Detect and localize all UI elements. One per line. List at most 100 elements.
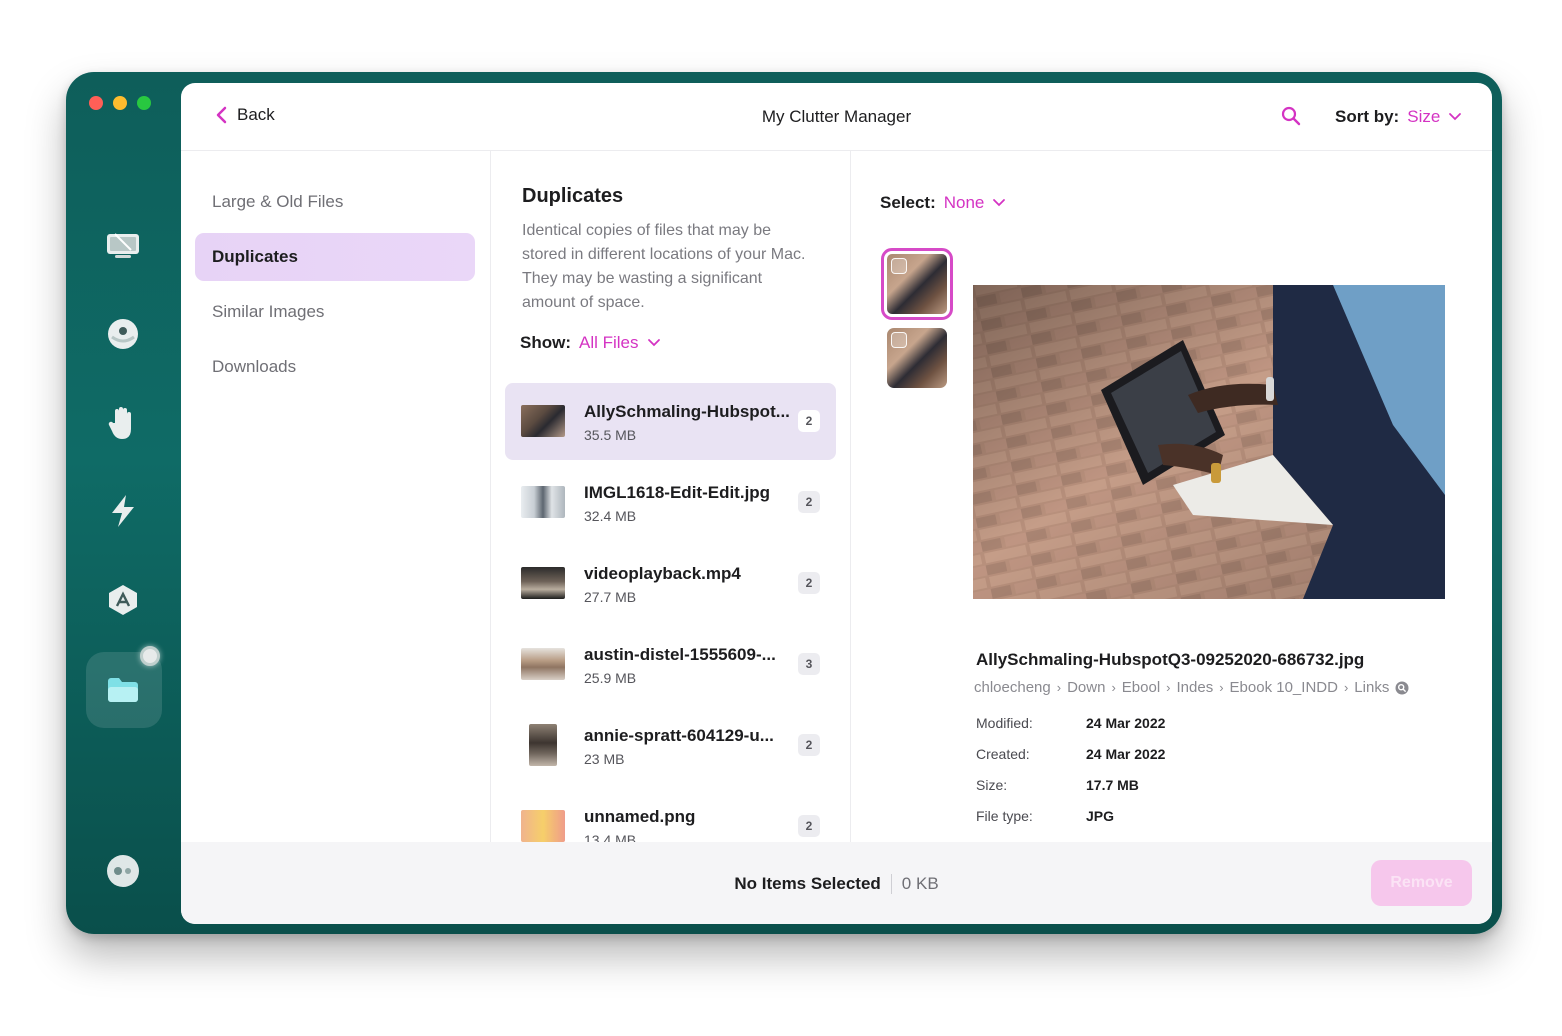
apps-icon[interactable]: [102, 579, 144, 621]
duplicate-count-badge: 2: [798, 410, 820, 432]
file-size: 23 MB: [584, 751, 625, 767]
list-item[interactable]: annie-spratt-604129-u... 23 MB 2: [505, 707, 836, 784]
show-value: All Files: [579, 333, 639, 352]
chevron-down-icon: [993, 199, 1006, 207]
chevron-down-icon: [1449, 113, 1462, 121]
duplicates-list[interactable]: AllySchmaling-Hubspot... 35.5 MB 2 IMGL1…: [505, 383, 836, 842]
chevron-right-icon: ›: [1111, 680, 1116, 695]
breadcrumb-item[interactable]: Indes: [1177, 679, 1214, 696]
assistant-icon[interactable]: [102, 850, 144, 892]
file-size: 13.4 MB: [584, 832, 637, 842]
select-control[interactable]: Select: None: [880, 193, 1006, 213]
sidebar-item-label: Similar Images: [212, 302, 325, 321]
meta-label: Modified:: [976, 715, 1033, 731]
file-size: 25.9 MB: [584, 670, 637, 686]
duplicate-copy-thumbnail[interactable]: [887, 328, 947, 388]
meta-value: 24 Mar 2022: [1086, 746, 1166, 762]
notification-badge: [140, 646, 160, 666]
breadcrumb-item[interactable]: Ebool: [1122, 679, 1160, 696]
file-name: austin-distel-1555609-...: [584, 645, 776, 664]
copy-checkbox[interactable]: [891, 258, 907, 274]
show-label: Show:: [520, 333, 571, 352]
sidebar-item-duplicates[interactable]: Duplicates: [195, 233, 475, 281]
file-thumbnail: [521, 486, 565, 518]
chevron-right-icon: ›: [1056, 680, 1062, 695]
file-name: IMGL1618-Edit-Edit.jpg: [584, 483, 771, 502]
bottom-bar: No Items Selected 0 KB Remove: [181, 842, 1492, 924]
column-divider: [850, 151, 851, 842]
breadcrumb-item[interactable]: Ebook 10_INDD: [1230, 679, 1338, 696]
list-item[interactable]: austin-distel-1555609-... 25.9 MB 3: [505, 626, 836, 703]
toolbar: Back My Clutter Manager Sort by: Size: [181, 83, 1492, 151]
column-divider: [490, 151, 491, 842]
image-preview: [973, 285, 1445, 599]
file-thumbnail: [521, 405, 565, 437]
sidebar-item-similar-images[interactable]: Similar Images: [195, 288, 475, 336]
section-title: Duplicates: [522, 185, 624, 207]
file-size: 32.4 MB: [584, 508, 637, 524]
minimize-window-button[interactable]: [113, 96, 127, 110]
duplicate-count-badge: 2: [798, 815, 820, 837]
remove-button[interactable]: Remove: [1371, 860, 1472, 906]
close-window-button[interactable]: [89, 96, 103, 110]
zoom-window-button[interactable]: [137, 96, 151, 110]
duplicate-count-badge: 2: [798, 734, 820, 756]
chevron-down-icon: [647, 339, 660, 347]
preview-file-name: AllySchmaling-HubspotQ3-09252020-686732.…: [976, 650, 1365, 669]
file-thumbnail: [521, 810, 565, 842]
meta-label: Created:: [976, 746, 1030, 762]
sidebar-item-large-old-files[interactable]: Large & Old Files: [195, 178, 475, 226]
duplicate-copy-thumbnail[interactable]: [881, 248, 953, 320]
select-label: Select:: [880, 193, 936, 212]
duplicate-count-badge: 3: [798, 653, 820, 675]
cleanup-icon[interactable]: [102, 224, 144, 266]
file-size: 35.5 MB: [584, 427, 637, 443]
file-name: videoplayback.mp4: [584, 564, 741, 583]
copy-checkbox[interactable]: [891, 332, 907, 348]
file-name: unnamed.png: [584, 807, 696, 826]
show-filter[interactable]: Show: All Files: [520, 333, 661, 353]
speed-icon[interactable]: [102, 490, 144, 532]
protection-icon[interactable]: [102, 313, 144, 355]
list-item[interactable]: unnamed.png 13.4 MB 2: [505, 788, 836, 842]
duplicate-count-badge: 2: [798, 572, 820, 594]
meta-value: 17.7 MB: [1086, 777, 1139, 793]
meta-value: 24 Mar 2022: [1086, 715, 1166, 731]
divider: [890, 874, 892, 894]
sidebar-item-label: Large & Old Files: [212, 192, 344, 211]
meta-value: JPG: [1086, 808, 1115, 824]
file-thumbnail: [529, 724, 557, 766]
sidebar-item-downloads[interactable]: Downloads: [195, 343, 475, 391]
meta-label: File type:: [976, 808, 1033, 824]
sidebar-item-label: Downloads: [212, 357, 297, 376]
chevron-right-icon: ›: [1343, 680, 1349, 695]
file-name: annie-spratt-604129-u...: [584, 726, 774, 745]
selection-size: 0 KB: [901, 874, 939, 893]
sort-value: Size: [1407, 107, 1441, 126]
search-icon[interactable]: [1281, 106, 1301, 131]
files-icon[interactable]: [102, 669, 144, 711]
main-panel: Back My Clutter Manager Sort by: Size La…: [181, 83, 1492, 924]
list-item[interactable]: IMGL1618-Edit-Edit.jpg 32.4 MB 2: [505, 464, 836, 541]
breadcrumb-item[interactable]: Down: [1067, 679, 1105, 696]
sort-label: Sort by:: [1335, 107, 1400, 126]
chevron-right-icon: ›: [1219, 680, 1224, 695]
selection-summary: No Items Selected 0 KB: [181, 874, 1492, 894]
selection-status: No Items Selected: [734, 874, 881, 893]
meta-label: Size:: [976, 777, 1008, 793]
sort-control[interactable]: Sort by: Size: [1335, 107, 1462, 127]
hand-icon[interactable]: [102, 402, 144, 444]
file-thumbnail: [521, 648, 565, 680]
section-description: Identical copies of files that may be st…: [522, 222, 806, 311]
file-name: AllySchmaling-Hubspot...: [584, 402, 790, 421]
breadcrumb-item[interactable]: Links: [1354, 679, 1389, 696]
chevron-right-icon: ›: [1166, 680, 1171, 695]
breadcrumb-item[interactable]: chloecheng: [974, 679, 1051, 696]
file-path-breadcrumb: chloecheng › Down › Ebool › Indes › Eboo…: [974, 679, 1409, 696]
file-size: 27.7 MB: [584, 589, 637, 605]
reveal-in-finder-icon[interactable]: [1395, 681, 1409, 695]
list-item[interactable]: videoplayback.mp4 27.7 MB 2: [505, 545, 836, 622]
sidebar-item-label: Duplicates: [212, 247, 298, 266]
file-thumbnail: [521, 567, 565, 599]
list-item[interactable]: AllySchmaling-Hubspot... 35.5 MB 2: [505, 383, 836, 460]
